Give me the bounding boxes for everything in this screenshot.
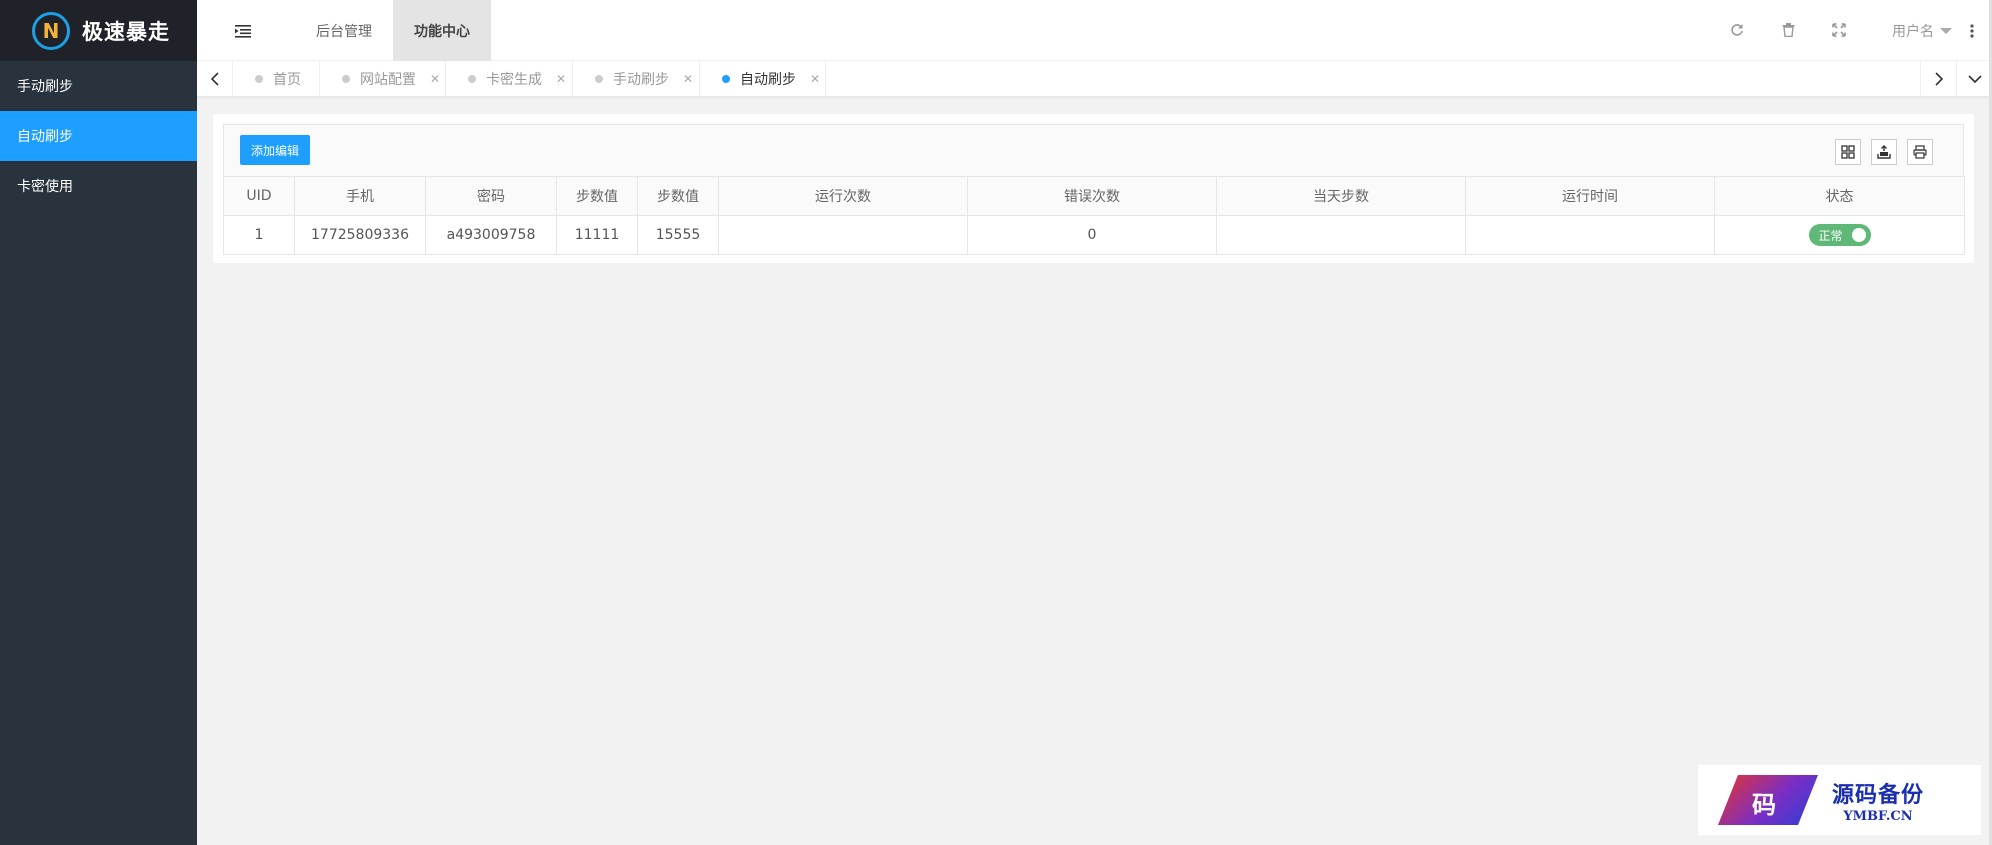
tab-dot-icon: [255, 75, 263, 83]
more-vertical-icon[interactable]: [1970, 0, 1974, 61]
watermark-en: YMBF.CN: [1843, 808, 1913, 824]
col-header-phone[interactable]: 手机: [294, 176, 426, 216]
sidebar-item-manual-steps[interactable]: 手动刷步: [0, 61, 197, 111]
chevron-down-icon[interactable]: [1956, 61, 1992, 97]
main-card: 添加编辑 UID 手机 密码 步数值 步数值 运行次数 错误次数 当天步数 运行…: [213, 114, 1974, 263]
col-header-password[interactable]: 密码: [425, 176, 557, 216]
tab-dot-icon: [342, 75, 350, 83]
cell-phone: 17725809336: [294, 215, 426, 255]
table-toolbar: 添加编辑: [223, 124, 1964, 176]
refresh-icon[interactable]: [1727, 20, 1747, 40]
tab-site-config[interactable]: 网站配置 ✕: [320, 61, 446, 97]
close-icon[interactable]: ✕: [683, 72, 693, 86]
status-toggle[interactable]: 正常: [1808, 224, 1871, 246]
col-header-today-steps[interactable]: 当天步数: [1216, 176, 1466, 216]
chevron-right-icon[interactable]: [1920, 61, 1956, 97]
nav-function-center[interactable]: 功能中心: [393, 0, 491, 61]
tab-dot-icon: [468, 75, 476, 83]
username: 用户名: [1892, 23, 1934, 40]
tab-label: 网站配置: [360, 72, 416, 88]
col-header-status[interactable]: 状态: [1714, 176, 1965, 216]
add-edit-button[interactable]: 添加编辑: [240, 135, 310, 165]
data-table: UID 手机 密码 步数值 步数值 运行次数 错误次数 当天步数 运行时间 状态…: [223, 176, 1965, 255]
logo[interactable]: N 极速暴走: [0, 0, 197, 61]
columns-icon[interactable]: [1835, 139, 1861, 165]
nav-label: 后台管理: [316, 23, 372, 40]
cell-run-time: [1465, 215, 1715, 255]
indent-icon[interactable]: [223, 0, 263, 61]
tab-home[interactable]: 首页: [233, 61, 320, 97]
sidebar-item-auto-steps[interactable]: 自动刷步: [0, 111, 197, 161]
tab-label: 卡密生成: [486, 72, 542, 88]
user-menu[interactable]: 用户名: [1892, 0, 1952, 61]
sidebar: N 极速暴走 手动刷步 自动刷步 卡密使用: [0, 0, 197, 845]
page-tabs-bar: 首页 网站配置 ✕ 卡密生成 ✕ 手动刷步 ✕ 自动刷步 ✕: [197, 61, 1992, 97]
export-icon[interactable]: [1871, 139, 1897, 165]
col-header-run-count[interactable]: 运行次数: [718, 176, 968, 216]
toggle-knob: [1851, 228, 1866, 242]
watermark-logo-char: 码: [1752, 790, 1776, 819]
cell-today-steps: [1216, 215, 1466, 255]
sidebar-item-label: 手动刷步: [17, 79, 73, 95]
col-header-steps-min[interactable]: 步数值: [556, 176, 638, 216]
col-header-error-count[interactable]: 错误次数: [967, 176, 1217, 216]
nav-backend-admin[interactable]: 后台管理: [295, 0, 393, 61]
tab-label: 自动刷步: [740, 72, 796, 88]
close-icon[interactable]: ✕: [430, 72, 440, 86]
sidebar-item-label: 自动刷步: [17, 129, 73, 145]
col-header-run-time[interactable]: 运行时间: [1465, 176, 1715, 216]
chevron-left-icon[interactable]: [197, 61, 233, 97]
close-icon[interactable]: ✕: [810, 72, 820, 86]
status-label: 正常: [1818, 228, 1843, 243]
watermark-logo-icon: 码: [1708, 767, 1828, 833]
nav-label: 功能中心: [414, 23, 470, 40]
tab-dot-icon: [722, 75, 730, 83]
tab-manual-steps[interactable]: 手动刷步 ✕: [573, 61, 700, 97]
trash-icon[interactable]: [1778, 20, 1798, 40]
app-title: 极速暴走: [82, 19, 170, 44]
top-header: 后台管理 功能中心 用户名: [197, 0, 1992, 61]
cell-status: 正常: [1714, 215, 1965, 255]
tab-label: 手动刷步: [613, 72, 669, 88]
cell-error-count: 0: [967, 215, 1217, 255]
sidebar-item-label: 卡密使用: [17, 179, 73, 195]
caret-down-icon: [1940, 27, 1952, 34]
print-icon[interactable]: [1907, 139, 1933, 165]
tab-auto-steps[interactable]: 自动刷步 ✕: [700, 61, 826, 97]
cell-uid: 1: [223, 215, 295, 255]
table-header-row: UID 手机 密码 步数值 步数值 运行次数 错误次数 当天步数 运行时间 状态: [223, 176, 1965, 216]
tab-label: 首页: [273, 72, 301, 88]
sidebar-item-card-use[interactable]: 卡密使用: [0, 161, 197, 211]
table-row[interactable]: 1 17725809336 a493009758 11111 15555 0 正…: [223, 215, 1965, 255]
watermark-text: 源码备份 YMBF.CN: [1832, 777, 1924, 824]
fullscreen-icon[interactable]: [1829, 20, 1849, 40]
col-header-uid[interactable]: UID: [223, 176, 295, 216]
tab-dot-icon: [595, 75, 603, 83]
logo-char: N: [42, 18, 60, 43]
cell-password: a493009758: [425, 215, 557, 255]
cell-steps-min: 11111: [556, 215, 638, 255]
watermark-cn: 源码备份: [1832, 781, 1925, 808]
tab-card-generate[interactable]: 卡密生成 ✕: [446, 61, 573, 97]
col-header-steps-max[interactable]: 步数值: [637, 176, 719, 216]
cell-run-count: [718, 215, 968, 255]
watermark: 码 源码备份 YMBF.CN: [1698, 765, 1981, 835]
cell-steps-max: 15555: [637, 215, 719, 255]
close-icon[interactable]: ✕: [556, 72, 566, 86]
logo-icon: N: [32, 11, 70, 50]
